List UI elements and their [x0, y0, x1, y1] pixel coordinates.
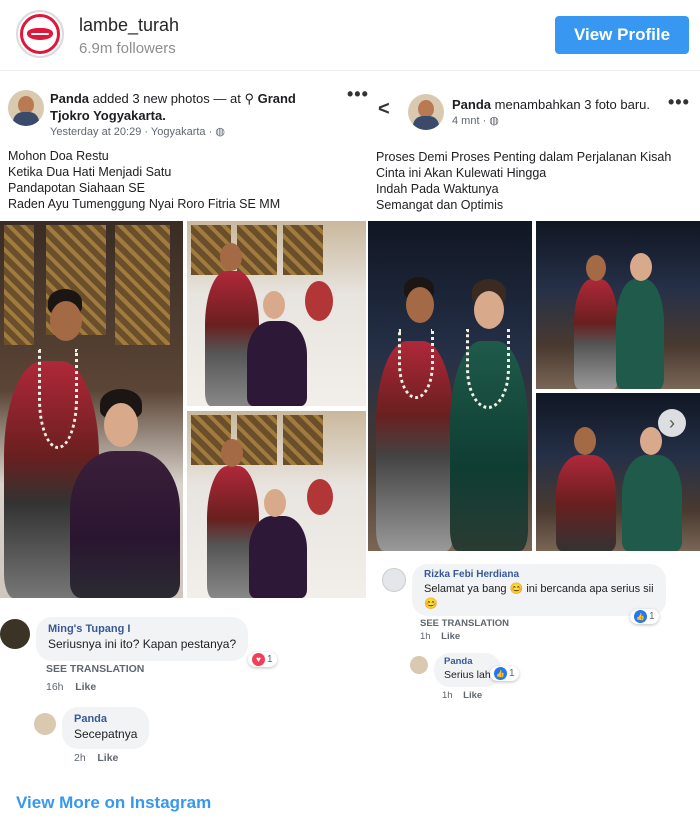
reply-avatar[interactable]: [410, 656, 428, 674]
caption-line: Pandapotan Siahaan SE: [8, 181, 145, 195]
post-header: Panda menambahkan 3 foto baru.: [452, 96, 650, 113]
lips-logo-icon: [20, 14, 60, 54]
post-time: Yesterday at 20:29 · Yogyakarta · ◍: [50, 125, 225, 138]
location-pin-icon: ⚲: [244, 91, 254, 106]
comment-meta: 16h Like: [46, 681, 96, 693]
author-name[interactable]: Panda: [452, 97, 491, 112]
comment-like-link[interactable]: Like: [75, 681, 96, 693]
see-translation-link[interactable]: SEE TRANSLATION: [46, 663, 144, 675]
comment-text: Seriusnya ini ito? Kapan pestanya?: [48, 637, 237, 651]
back-arrow-icon[interactable]: <: [378, 98, 390, 121]
commenter-name[interactable]: Ming's Tupang I: [48, 623, 236, 635]
comment-bubble: Rizka Febi Herdiana Selamat ya bang 😊 in…: [412, 564, 666, 616]
post-photo-top-right[interactable]: [187, 221, 366, 406]
caption-line: Ketika Dua Hati Menjadi Satu: [8, 165, 172, 179]
post-more-button[interactable]: •••: [668, 92, 690, 113]
like-reaction-icon: 👍: [634, 610, 647, 623]
reply-like-link[interactable]: Like: [97, 752, 118, 764]
like-reaction-icon: 👍: [494, 667, 507, 680]
reply-time: 1h: [442, 690, 453, 701]
post-more-button[interactable]: •••: [347, 84, 369, 105]
reply-meta: 1h Like: [442, 690, 482, 701]
reply-text: Secepatnya: [74, 727, 138, 741]
author-avatar[interactable]: [408, 94, 444, 130]
left-facebook-post: Panda added 3 new photos — at ⚲ Grand Tj…: [0, 78, 369, 778]
post-photo-top-right[interactable]: [536, 221, 700, 389]
post-photo-large[interactable]: [0, 221, 183, 598]
commenter-avatar[interactable]: [0, 619, 30, 649]
post-timestamp[interactable]: Yesterday at 20:29 · Yogyakarta ·: [50, 126, 212, 138]
caption-line: Indah Pada Waktunya: [376, 182, 499, 196]
post-photo-bottom-right[interactable]: [187, 411, 366, 598]
post-action: menambahkan 3 foto baru.: [494, 97, 651, 112]
reply-reaction-count[interactable]: 👍 1: [490, 666, 519, 681]
reaction-count[interactable]: ♥ 1: [248, 652, 277, 667]
see-translation-link[interactable]: SEE TRANSLATION: [420, 618, 509, 629]
profile-avatar[interactable]: [16, 10, 64, 58]
reply-meta: 2h Like: [74, 752, 118, 764]
reply-author-name[interactable]: Panda: [74, 713, 137, 725]
post-photo-large[interactable]: [368, 221, 532, 551]
comment-emoji: 😊: [424, 598, 438, 610]
right-facebook-post: < Panda menambahkan 3 foto baru. 4 mnt ·…: [368, 78, 700, 778]
caption-line: Raden Ayu Tumenggung Nyai Roro Fitria SE…: [8, 197, 281, 211]
reaction-number: 1: [649, 611, 655, 622]
caption-line: Mohon Doa Restu: [8, 149, 109, 163]
profile-username[interactable]: lambe_turah: [79, 15, 179, 36]
instagram-embed-header: lambe_turah 6.9m followers View Profile: [0, 0, 700, 70]
comment-meta: 1h Like: [420, 631, 460, 642]
caption-line: Semangat dan Optimis: [376, 198, 504, 212]
comment-text: Selamat ya bang 😊 ini bercanda apa seriu…: [424, 583, 654, 595]
comment-time: 16h: [46, 681, 64, 693]
comment-time: 1h: [420, 631, 431, 642]
view-more-on-instagram-link[interactable]: View More on Instagram: [16, 793, 211, 813]
commenter-avatar[interactable]: [382, 568, 406, 592]
reply-text: Serius lah: [444, 669, 491, 681]
comment-like-link[interactable]: Like: [441, 631, 460, 642]
reply-author-name[interactable]: Panda: [444, 656, 491, 667]
reply-avatar[interactable]: [34, 713, 56, 735]
post-timestamp[interactable]: 4 mnt ·: [452, 115, 486, 127]
globe-icon: ◍: [489, 115, 499, 127]
caption-line: Proses Demi Proses Penting dalam Perjala…: [376, 150, 672, 164]
next-photo-button[interactable]: ›: [658, 409, 686, 437]
heart-reaction-icon: ♥: [252, 653, 265, 666]
reaction-number: 1: [509, 668, 515, 679]
post-caption: Proses Demi Proses Penting dalam Perjala…: [376, 149, 671, 213]
commenter-name[interactable]: Rizka Febi Herdiana: [424, 569, 654, 580]
view-profile-button[interactable]: View Profile: [555, 16, 689, 54]
post-caption: Mohon Doa Restu Ketika Dua Hati Menjadi …: [8, 148, 280, 212]
post-header: Panda added 3 new photos — at ⚲ Grand Tj…: [50, 90, 310, 124]
reply-like-link[interactable]: Like: [463, 690, 482, 701]
reply-time: 2h: [74, 752, 86, 764]
follower-count: 6.9m followers: [79, 40, 176, 57]
header-divider: [0, 70, 700, 71]
author-name[interactable]: Panda: [50, 91, 89, 106]
reply-bubble: Panda Secepatnya: [62, 707, 150, 749]
post-action: added 3 new photos — at: [92, 91, 241, 106]
author-avatar[interactable]: [8, 90, 44, 126]
reaction-count[interactable]: 👍 1: [630, 609, 659, 624]
embedded-post-image: Panda added 3 new photos — at ⚲ Grand Tj…: [0, 78, 700, 778]
globe-icon: ◍: [215, 126, 225, 138]
post-time: 4 mnt · ◍: [452, 114, 499, 127]
comment-bubble: Ming's Tupang I Seriusnya ini ito? Kapan…: [36, 617, 249, 661]
caption-line: Cinta ini Akan Kulewati Hingga: [376, 166, 547, 180]
reaction-number: 1: [267, 654, 273, 665]
